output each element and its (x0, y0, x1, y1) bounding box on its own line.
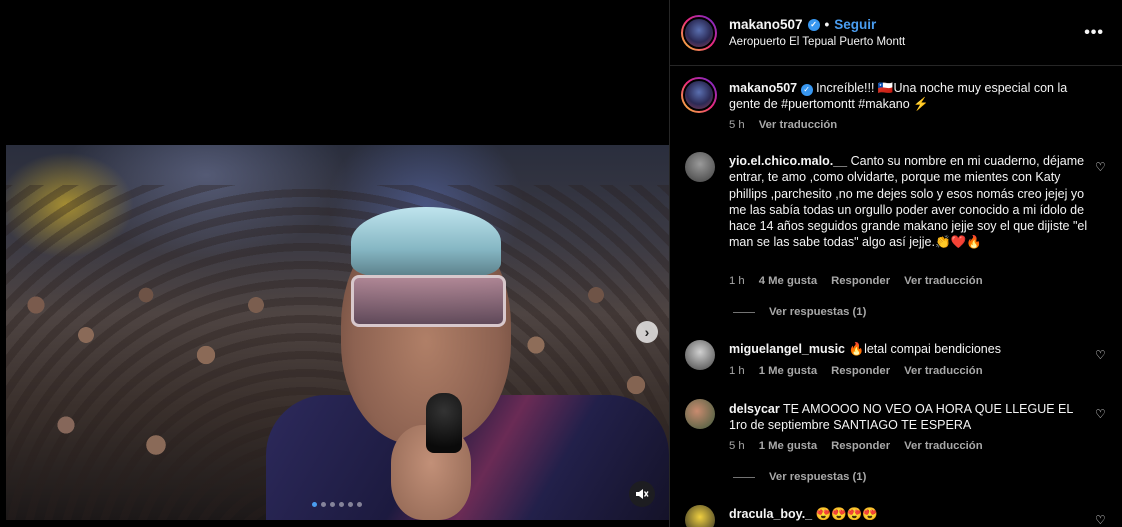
chevron-right-icon: › (644, 324, 650, 340)
view-replies-button[interactable]: Ver respuestas (1) (733, 471, 866, 483)
like-heart-icon[interactable]: ♡ (1095, 514, 1107, 526)
comment-text: Canto su nombre en mi cuaderno, déjame e… (729, 154, 1088, 250)
commenter-avatar[interactable] (685, 152, 715, 182)
like-heart-icon[interactable]: ♡ (1095, 408, 1107, 420)
carousel-dot (330, 502, 335, 507)
comment-time: 5 h (729, 440, 745, 452)
microphone (426, 393, 462, 453)
carousel-indicator (312, 502, 362, 507)
commenter-username[interactable]: dracula_boy._ (729, 507, 812, 521)
reply-button[interactable]: Responder (831, 365, 890, 377)
singer-sunglasses (351, 275, 506, 327)
caption-username[interactable]: makano507 (729, 81, 797, 95)
reply-button[interactable]: Responder (831, 440, 890, 452)
verified-badge-icon: ✓ (800, 84, 813, 96)
commenter-avatar[interactable] (685, 399, 715, 429)
comment-time: 1 h (729, 365, 745, 377)
commenter-username[interactable]: miguelangel_music (729, 342, 845, 356)
replies-divider (733, 476, 755, 478)
view-replies-label: Ver respuestas (1) (769, 471, 867, 483)
comment-text: 😍😍😍😍 (815, 507, 878, 521)
carousel-dot (339, 502, 344, 507)
carousel-dot (321, 502, 326, 507)
replies-divider (733, 311, 755, 313)
separator: • (824, 17, 830, 32)
post-location[interactable]: Aeropuerto El Tepual Puerto Montt (729, 36, 905, 48)
concert-photo[interactable] (6, 145, 669, 520)
commenter-avatar[interactable] (685, 505, 715, 527)
caption-translate-link[interactable]: Ver traducción (759, 119, 837, 131)
translate-link[interactable]: Ver traducción (904, 365, 982, 377)
author-avatar[interactable] (681, 15, 717, 51)
post-media: › (0, 0, 669, 527)
more-options-icon[interactable]: ••• (1084, 24, 1104, 42)
carousel-dot (312, 502, 317, 507)
comment-likes[interactable]: 1 Me gusta (759, 440, 817, 452)
comment-likes[interactable]: 1 Me gusta (759, 365, 817, 377)
translate-link[interactable]: Ver traducción (904, 440, 982, 452)
comment-time: 1 h (729, 275, 745, 287)
post-header: makano507 ✓ • Seguir Aeropuerto El Tepua… (670, 0, 1122, 66)
comment-likes[interactable]: 4 Me gusta (759, 275, 817, 287)
like-heart-icon[interactable]: ♡ (1095, 349, 1107, 361)
view-replies-button[interactable]: Ver respuestas (1) (733, 306, 866, 318)
commenter-username[interactable]: delsycar (729, 402, 780, 416)
verified-badge-icon: ✓ (807, 18, 820, 31)
view-replies-label: Ver respuestas (1) (769, 306, 867, 318)
carousel-next-button[interactable]: › (636, 321, 658, 343)
caption-author-avatar[interactable] (681, 77, 717, 113)
caption-time: 5 h (729, 119, 745, 131)
translate-link[interactable]: Ver traducción (904, 275, 982, 287)
post-side-panel: makano507 ✓ • Seguir Aeropuerto El Tepua… (669, 0, 1122, 527)
comment-text: 🔥letal compai bendiciones (848, 342, 1001, 356)
singer-hair (351, 207, 501, 277)
carousel-dot (348, 502, 353, 507)
follow-button[interactable]: Seguir (834, 17, 876, 32)
reply-button[interactable]: Responder (831, 275, 890, 287)
comment-text: TE AMOOOO NO VEO OA HORA QUE LLEGUE EL 1… (729, 402, 1073, 433)
commenter-avatar[interactable] (685, 340, 715, 370)
commenter-username[interactable]: yio.el.chico.malo.__ (729, 154, 847, 168)
like-heart-icon[interactable]: ♡ (1095, 161, 1107, 173)
author-username[interactable]: makano507 (729, 17, 803, 32)
carousel-dot (357, 502, 362, 507)
mute-button[interactable] (629, 481, 655, 507)
speaker-muted-icon (636, 489, 649, 499)
